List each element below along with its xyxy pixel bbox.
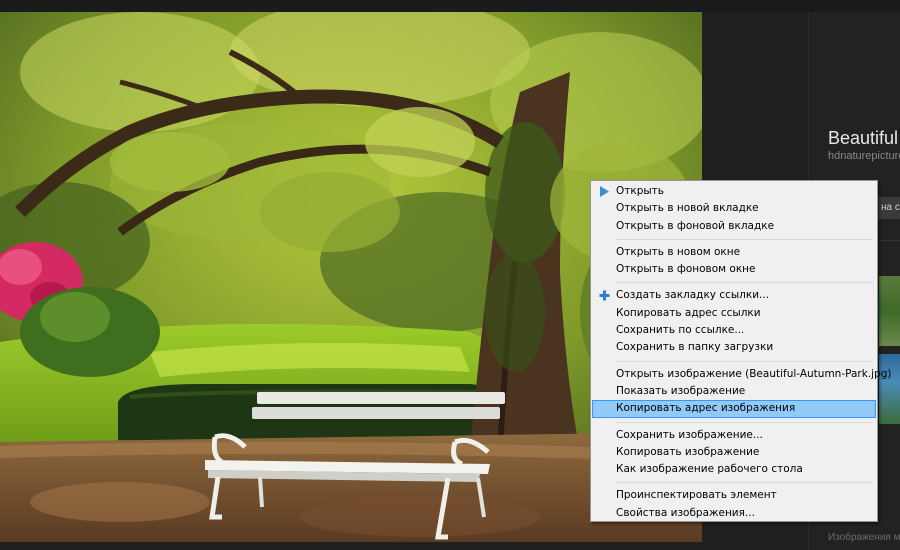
menu-item-label: Копировать адрес ссылки xyxy=(616,306,761,319)
menu-item-label: Копировать изображение xyxy=(616,445,760,458)
menu-item-label: Открыть изображение (Beautiful-Autumn-Pa… xyxy=(616,367,892,380)
menu-item-5-1[interactable]: Свойства изображения... xyxy=(593,505,875,522)
menu-item-1-1[interactable]: Открыть в фоновом окне xyxy=(593,261,875,278)
menu-item-label: Копировать адрес изображения xyxy=(616,402,796,415)
menu-item-label: Показать изображение xyxy=(616,384,746,397)
image-title[interactable]: Beautiful xyxy=(828,128,898,149)
menu-separator xyxy=(616,360,873,362)
plus-icon xyxy=(599,290,610,301)
menu-item-3-1[interactable]: Показать изображение xyxy=(593,383,875,400)
menu-item-4-2[interactable]: Как изображение рабочего стола xyxy=(593,461,875,478)
menu-item-1-0[interactable]: Открыть в новом окне xyxy=(593,244,875,261)
menu-separator xyxy=(616,482,873,484)
menu-separator xyxy=(616,238,873,240)
menu-item-2-3[interactable]: Сохранить в папку загрузки xyxy=(593,339,875,356)
menu-item-label: Проинспектировать элемент xyxy=(616,489,777,502)
top-strip xyxy=(0,0,900,12)
menu-item-4-0[interactable]: Сохранить изображение... xyxy=(593,427,875,444)
menu-item-label: Открыть в фоновой вкладке xyxy=(616,219,775,232)
image-viewer: Beautiful hdnaturepicture на ст Изображе… xyxy=(0,0,900,550)
menu-item-2-2[interactable]: Сохранить по ссылке... xyxy=(593,322,875,339)
play-triangle-icon xyxy=(600,186,609,197)
related-image-thumbnail[interactable] xyxy=(879,354,900,424)
menu-item-0-1[interactable]: Открыть в новой вкладке xyxy=(593,200,875,217)
menu-item-label: Открыть в новой вкладке xyxy=(616,202,759,215)
menu-item-label: Открыть в новом окне xyxy=(616,245,741,258)
menu-item-label: Создать закладку ссылки... xyxy=(616,289,770,302)
menu-item-0-2[interactable]: Открыть в фоновой вкладке xyxy=(593,218,875,235)
menu-item-label: Открыть в фоновом окне xyxy=(616,263,756,276)
menu-item-4-1[interactable]: Копировать изображение xyxy=(593,444,875,461)
image-source-link[interactable]: hdnaturepicture xyxy=(828,150,900,162)
menu-item-2-0[interactable]: Создать закладку ссылки... xyxy=(593,287,875,304)
menu-item-label: Сохранить в папку загрузки xyxy=(616,341,774,354)
menu-item-2-1[interactable]: Копировать адрес ссылки xyxy=(593,305,875,322)
menu-item-3-0[interactable]: Открыть изображение (Beautiful-Autumn-Pa… xyxy=(593,366,892,383)
menu-item-label: Свойства изображения... xyxy=(616,506,755,519)
panel-footer-text: Изображения мо xyxy=(828,532,900,543)
context-menu: Открыть Открыть в новой вкладке Открыть в … xyxy=(590,180,892,522)
menu-item-0-0[interactable]: Открыть xyxy=(593,183,875,200)
menu-item-5-0[interactable]: Проинспектировать элемент xyxy=(593,487,875,504)
menu-item-label: Открыть xyxy=(616,185,664,197)
menu-item-3-2[interactable]: Копировать адрес изображения xyxy=(592,400,876,418)
menu-separator xyxy=(616,421,873,423)
menu-item-label: Как изображение рабочего стола xyxy=(616,463,803,476)
visit-page-button[interactable]: на ст xyxy=(875,197,900,219)
menu-item-label: Сохранить по ссылке... xyxy=(616,324,745,337)
menu-separator xyxy=(616,282,873,284)
menu-item-label: Сохранить изображение... xyxy=(616,428,763,441)
related-image-thumbnail[interactable] xyxy=(879,276,900,346)
